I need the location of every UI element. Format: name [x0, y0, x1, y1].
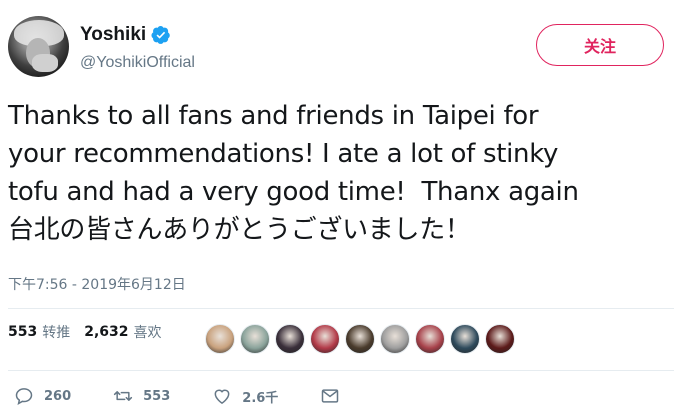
liker-avatar[interactable]: [275, 324, 305, 354]
likes-stat[interactable]: 2,632 喜欢: [84, 322, 161, 342]
divider-top: [8, 308, 674, 309]
liker-avatar[interactable]: [240, 324, 270, 354]
reply-icon: [15, 388, 33, 405]
direct-message-action[interactable]: [320, 386, 340, 406]
tweet-actions: 260 553 2.6千: [14, 386, 340, 406]
liker-avatars: [205, 324, 520, 354]
liker-avatar[interactable]: [345, 324, 375, 354]
liker-avatar[interactable]: [450, 324, 480, 354]
profile-avatar[interactable]: [8, 16, 69, 77]
retweets-stat-label: 转推: [42, 325, 71, 341]
retweets-stat[interactable]: 553 转推: [8, 322, 70, 342]
like-action[interactable]: 2.6千: [212, 386, 278, 406]
liker-avatar[interactable]: [205, 324, 235, 354]
tweet-text: Thanks to all fans and friends in Taipei…: [8, 101, 579, 245]
display-name[interactable]: Yoshiki: [80, 24, 146, 46]
reply-count: 260: [44, 388, 72, 404]
retweets-stat-count: 553: [8, 324, 38, 340]
engagement-stats: 553 转推 2,632 喜欢: [8, 322, 176, 342]
user-handle[interactable]: @YoshikiOfficial: [80, 54, 195, 72]
name-row: Yoshiki: [80, 24, 171, 46]
tweet-timestamp[interactable]: 下午7:56 - 2019年6月12日: [8, 274, 186, 294]
follow-button[interactable]: 关注: [536, 24, 664, 66]
liker-avatar[interactable]: [485, 324, 515, 354]
likes-stat-count: 2,632: [84, 324, 129, 340]
liker-avatar[interactable]: [415, 324, 445, 354]
reply-action[interactable]: 260: [14, 386, 71, 406]
heart-icon: [214, 389, 230, 404]
avatar-hand: [32, 54, 58, 72]
verified-badge-icon: [151, 26, 170, 44]
liker-avatar[interactable]: [310, 324, 340, 354]
like-count: 2.6千: [242, 390, 279, 406]
retweet-count: 553: [143, 388, 171, 404]
retweet-icon: [114, 391, 133, 401]
retweet-action[interactable]: 553: [113, 386, 170, 406]
tweet-header: Yoshiki @YoshikiOfficial 关注: [8, 16, 674, 80]
divider-bottom: [8, 370, 674, 371]
liker-avatar[interactable]: [380, 324, 410, 354]
likes-stat-label: 喜欢: [133, 325, 162, 341]
envelope-icon: [322, 389, 339, 403]
